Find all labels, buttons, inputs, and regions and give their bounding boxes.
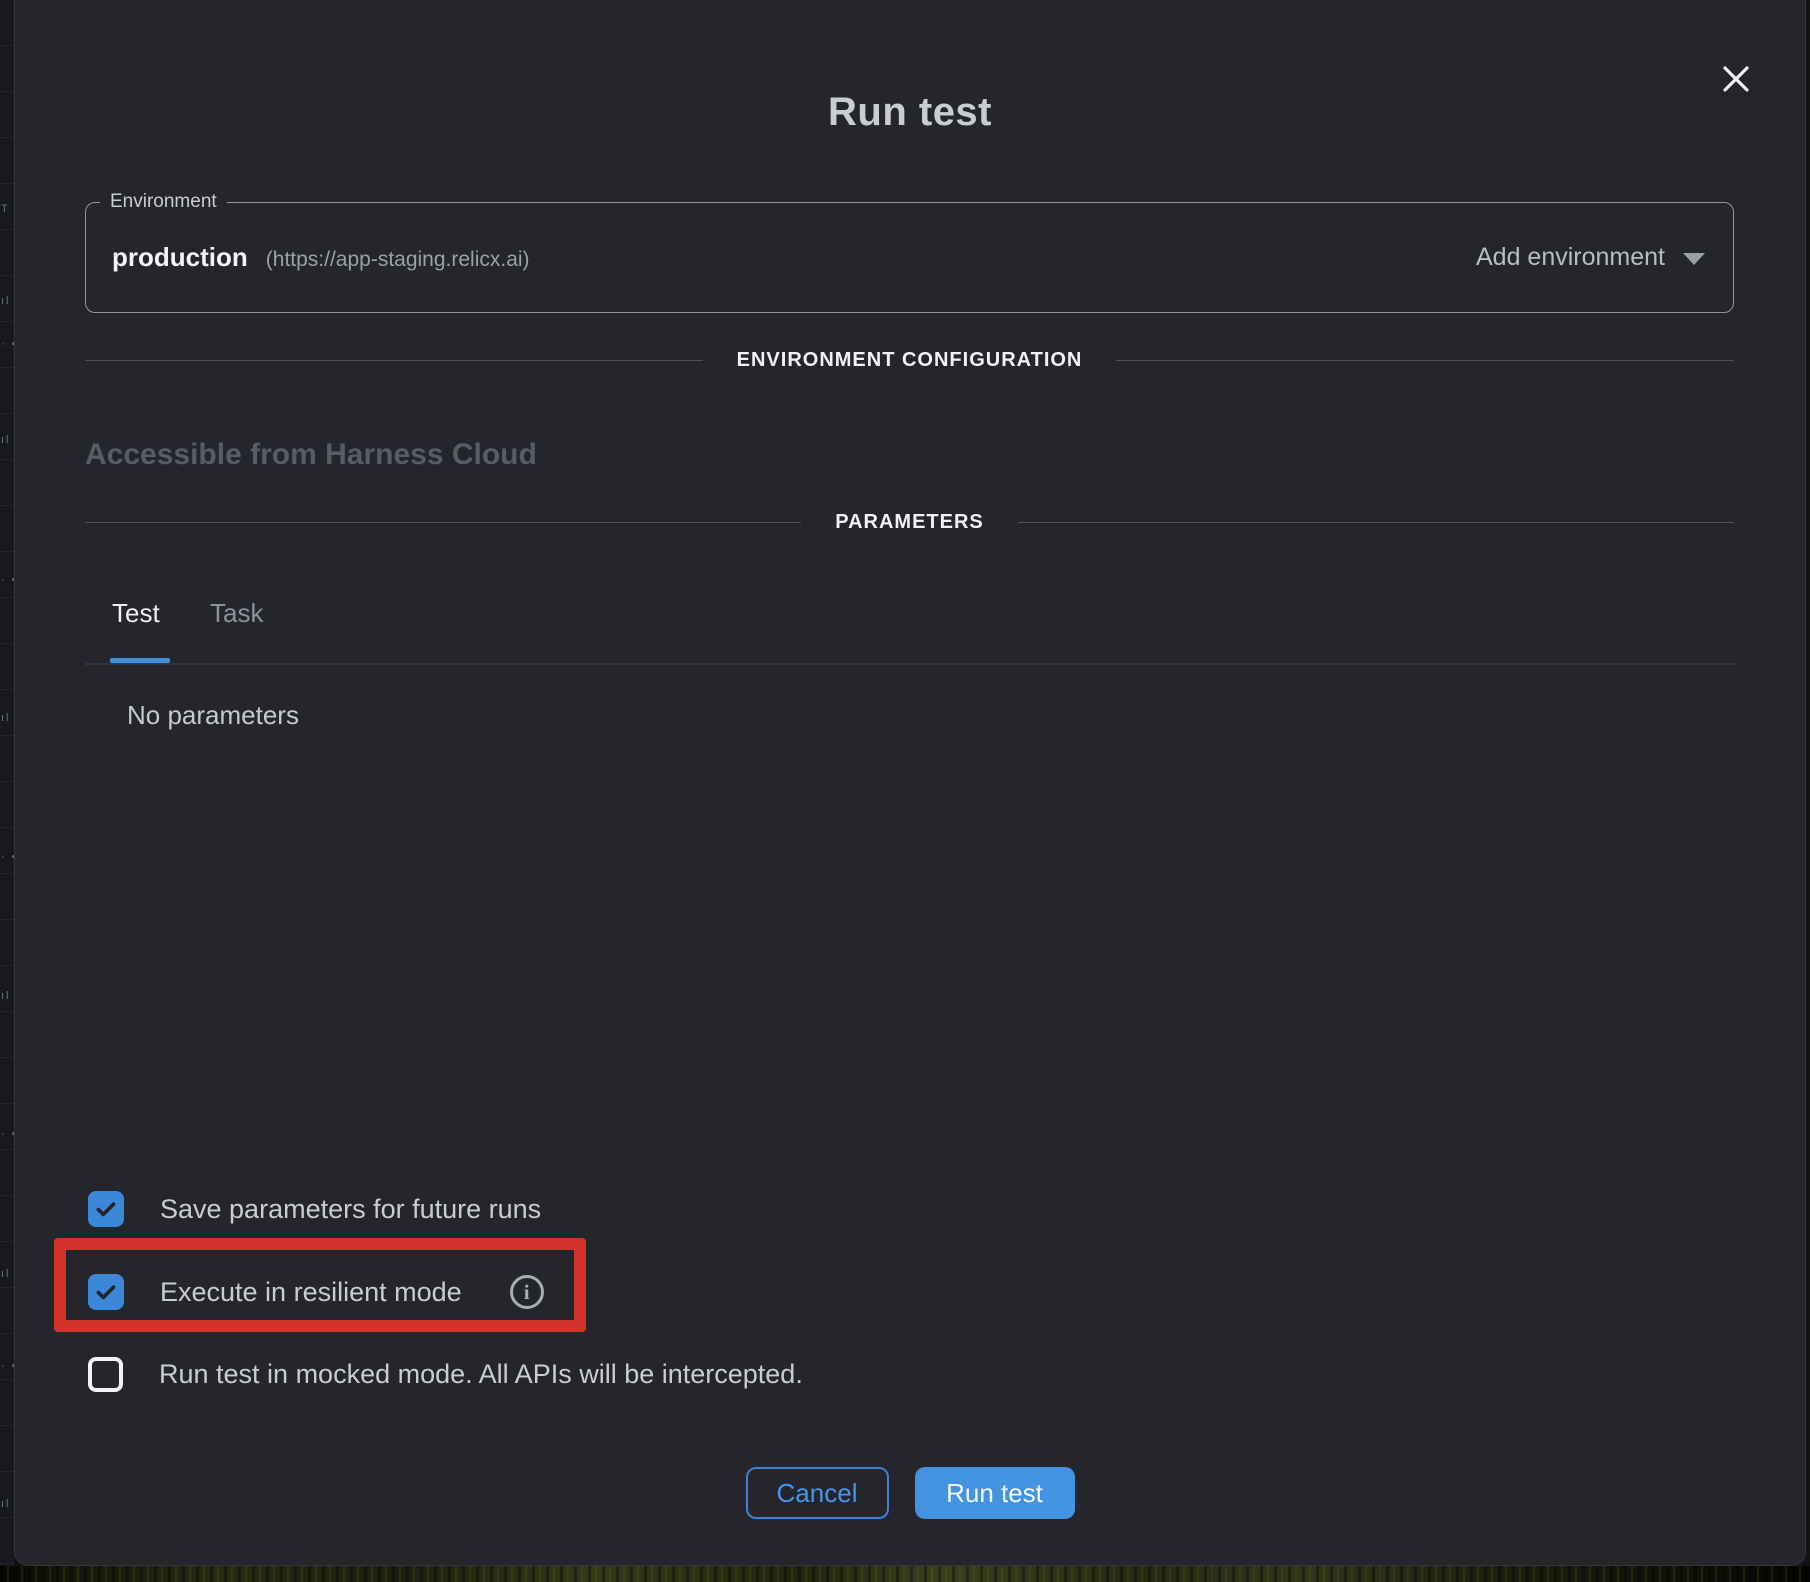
- info-icon[interactable]: i: [510, 1275, 544, 1309]
- tab-task[interactable]: Task: [210, 598, 263, 629]
- selected-environment[interactable]: production (https://app-staging.relicx.a…: [112, 242, 530, 273]
- no-parameters-text: No parameters: [127, 700, 299, 731]
- background-text-fragment: ıl ·: [1, 434, 14, 446]
- checkmark-icon: [93, 1279, 119, 1305]
- background-text-fragment: ıl ·: [1, 1498, 14, 1510]
- background-text-fragment: · ▪ ·: [1, 1128, 14, 1140]
- cancel-button[interactable]: Cancel: [746, 1467, 889, 1519]
- accessible-from-harness-note: Accessible from Harness Cloud: [85, 438, 537, 472]
- run-test-button[interactable]: Run test: [915, 1467, 1075, 1519]
- save-parameters-label: Save parameters for future runs: [160, 1194, 541, 1225]
- parameters-label: PARAMETERS: [835, 511, 984, 534]
- environment-name: production: [112, 242, 248, 273]
- tab-divider-line: [85, 663, 1734, 665]
- background-text-fragment: · ▪ ·: [1, 574, 14, 586]
- background-text-fragment: ıl ·: [1, 295, 14, 307]
- environment-url: (https://app-staging.relicx.ai): [266, 248, 530, 272]
- run-test-dialog: Run test Environment production (https:/…: [14, 0, 1806, 1566]
- background-page-sliver: T ıl · · ▪ · ıl · · ▪ · ıl · · ▪ · ıl · …: [0, 0, 14, 1582]
- environment-configuration-label: ENVIRONMENT CONFIGURATION: [737, 349, 1083, 372]
- environment-configuration-divider: ENVIRONMENT CONFIGURATION: [85, 349, 1734, 371]
- tab-test[interactable]: Test: [112, 598, 160, 629]
- dialog-footer: Cancel Run test: [15, 1467, 1805, 1519]
- environment-fieldset: Environment production (https://app-stag…: [85, 191, 1734, 313]
- background-text-fragment: ıl ·: [1, 712, 14, 724]
- environment-row: production (https://app-staging.relicx.a…: [86, 213, 1733, 301]
- resilient-mode-row: Execute in resilient mode i: [88, 1274, 544, 1310]
- dialog-title: Run test: [15, 90, 1805, 135]
- background-text-fragment: · ▪ ·: [1, 851, 14, 863]
- background-text-fragment: T: [1, 203, 10, 215]
- chevron-down-icon: [1683, 253, 1705, 265]
- save-parameters-row: Save parameters for future runs: [88, 1191, 541, 1227]
- resilient-mode-label: Execute in resilient mode: [160, 1277, 462, 1308]
- screenshot-stage: T ıl · · ▪ · ıl · · ▪ · ıl · · ▪ · ıl · …: [0, 0, 1810, 1582]
- resilient-mode-checkbox[interactable]: [88, 1274, 124, 1310]
- mocked-mode-row: Run test in mocked mode. All APIs will b…: [88, 1357, 803, 1392]
- add-environment-label: Add environment: [1476, 243, 1665, 272]
- save-parameters-checkbox[interactable]: [88, 1191, 124, 1227]
- checkmark-icon: [93, 1196, 119, 1222]
- environment-legend: Environment: [100, 191, 227, 213]
- mocked-mode-checkbox[interactable]: [88, 1357, 123, 1392]
- background-text-fragment: · ▪ ·: [1, 338, 14, 350]
- background-text-fragment: · ▪ ·: [1, 1360, 14, 1372]
- parameters-divider: PARAMETERS: [85, 511, 1734, 533]
- background-photo-sliver: [0, 1566, 1810, 1582]
- active-tab-indicator: [110, 658, 170, 663]
- background-text-fragment: ıl ·: [1, 990, 14, 1002]
- background-text-fragment: ıl ·: [1, 1268, 14, 1280]
- mocked-mode-label: Run test in mocked mode. All APIs will b…: [159, 1359, 803, 1390]
- add-environment-dropdown[interactable]: Add environment: [1476, 243, 1705, 272]
